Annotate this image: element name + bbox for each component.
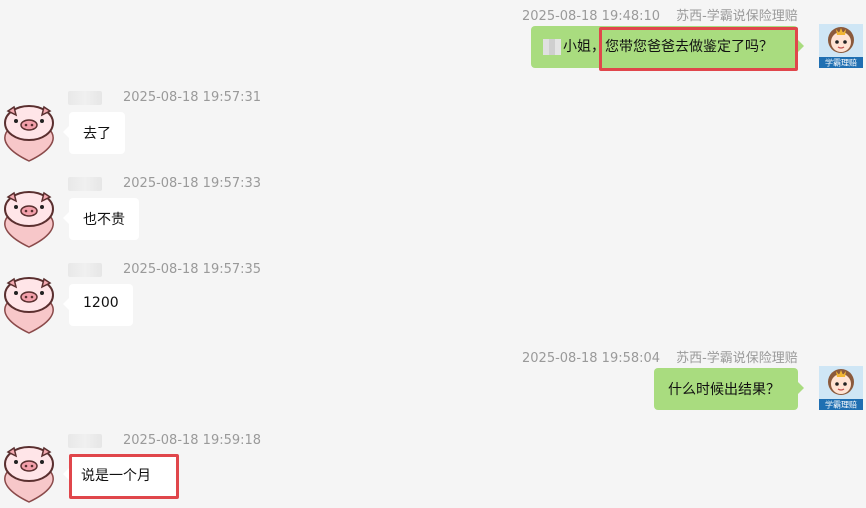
highlight-box bbox=[599, 27, 798, 71]
highlight-box bbox=[69, 454, 179, 499]
girl-avatar-icon[interactable]: 学霸理赔 bbox=[819, 24, 863, 68]
blurred-sender-name bbox=[68, 263, 102, 277]
message-bubble[interactable]: 也不贵 bbox=[63, 198, 139, 240]
girl-avatar-icon[interactable]: 学霸理赔 bbox=[819, 366, 863, 410]
svg-text:学霸理赔: 学霸理赔 bbox=[825, 400, 857, 410]
blurred-sender-name bbox=[68, 91, 102, 105]
message-time: 2025-08-18 19:57:35 bbox=[123, 262, 262, 277]
pig-heart-icon[interactable] bbox=[0, 275, 58, 335]
blurred-sender-name bbox=[68, 434, 102, 448]
pig-heart-icon[interactable] bbox=[0, 103, 58, 163]
sender-name: 苏西-学霸说保险理赔 bbox=[676, 9, 798, 24]
message-text: 去了 bbox=[83, 126, 111, 142]
message-text: 什么时候出结果？ bbox=[668, 382, 780, 398]
message-bubble[interactable]: 去了 bbox=[63, 112, 125, 154]
svg-text:学霸理赔: 学霸理赔 bbox=[825, 58, 857, 68]
pig-heart-icon[interactable] bbox=[0, 444, 58, 504]
message-time: 2025-08-18 19:48:10 bbox=[522, 9, 661, 24]
message-time: 2025-08-18 19:57:31 bbox=[123, 90, 262, 105]
message-time: 2025-08-18 19:58:04 bbox=[522, 351, 661, 366]
message-time: 2025-08-18 19:57:33 bbox=[123, 176, 262, 191]
blurred-sender-name bbox=[68, 177, 102, 191]
message-text: 1200 bbox=[83, 295, 119, 311]
message-time: 2025-08-18 19:59:18 bbox=[123, 433, 262, 448]
message-bubble[interactable]: 1200 bbox=[63, 284, 133, 326]
message-text: 也不贵 bbox=[83, 212, 125, 228]
sender-name: 苏西-学霸说保险理赔 bbox=[676, 351, 798, 366]
blurred-name bbox=[543, 39, 561, 55]
message-bubble[interactable]: 什么时候出结果？ bbox=[654, 368, 804, 410]
pig-heart-icon[interactable] bbox=[0, 189, 58, 249]
